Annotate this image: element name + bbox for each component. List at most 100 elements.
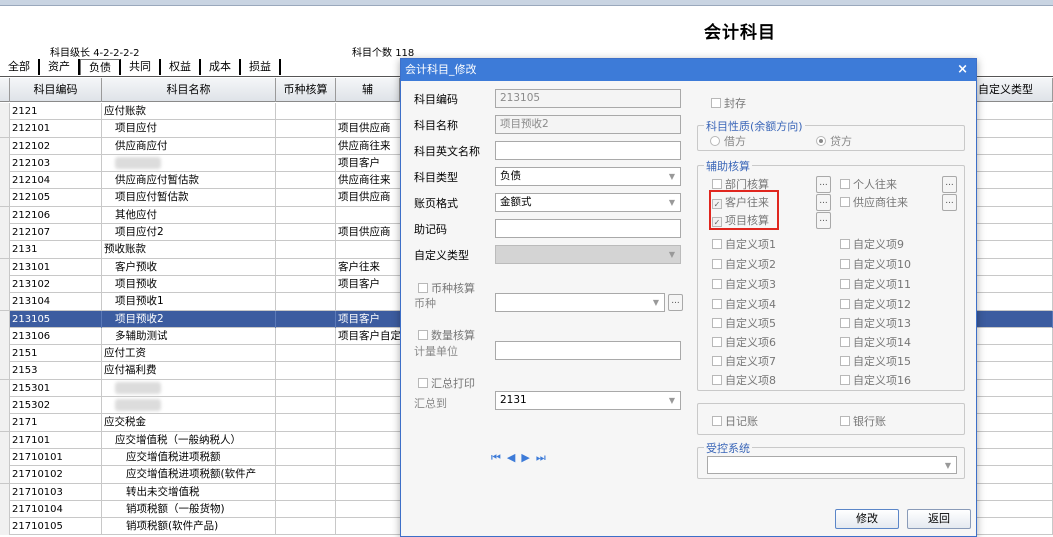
tab-equity[interactable]: 权益 xyxy=(161,59,201,75)
name-field[interactable]: 项目预收2 xyxy=(495,115,681,134)
checkbox-icon xyxy=(840,375,850,385)
custom-item-15[interactable]: 自定义项15 xyxy=(840,353,911,369)
cell-currency xyxy=(276,379,336,397)
cell-code: 215302 xyxy=(10,397,102,415)
cell-custom-type xyxy=(976,379,1053,397)
page-format-select[interactable]: 金额式 ▼ xyxy=(495,193,681,212)
debit-radio[interactable]: 借方 xyxy=(710,133,746,149)
cell-aux xyxy=(336,206,402,224)
tab-profit-loss[interactable]: 损益 xyxy=(241,59,281,75)
bank-check[interactable]: 银行账 xyxy=(840,413,886,429)
supplier-browse-button[interactable]: ... xyxy=(942,194,957,211)
english-name-label: 科目英文名称 xyxy=(414,145,480,158)
checkbox-icon xyxy=(712,259,722,269)
cell-custom-type xyxy=(976,120,1053,138)
custom-item-14[interactable]: 自定义项14 xyxy=(840,334,911,350)
custom-item-11[interactable]: 自定义项11 xyxy=(840,276,911,292)
custom-item-8[interactable]: 自定义项8 xyxy=(712,372,776,388)
cell-aux xyxy=(336,397,402,415)
controlled-system-select[interactable]: ▼ xyxy=(707,456,957,474)
modify-button[interactable]: 修改 xyxy=(835,509,899,529)
header-currency[interactable]: 币种核算 xyxy=(276,78,336,102)
header-code[interactable]: 科目编码 xyxy=(10,78,102,102)
code-field[interactable]: 213105 xyxy=(495,89,681,108)
sealed-check[interactable]: 封存 xyxy=(711,95,746,111)
code-label: 科目编码 xyxy=(414,93,458,106)
header-name[interactable]: 科目名称 xyxy=(102,78,276,102)
cell-custom-type xyxy=(976,206,1053,224)
cell-currency xyxy=(276,172,336,190)
custom-item-3[interactable]: 自定义项3 xyxy=(712,276,776,292)
currency-browse-button[interactable]: ... xyxy=(668,294,683,311)
custom-item-9[interactable]: 自定义项9 xyxy=(840,236,904,252)
header-custom-type[interactable]: 自定义类型 xyxy=(976,78,1053,102)
custom-item-12[interactable]: 自定义项12 xyxy=(840,296,911,312)
currency-select[interactable]: ▼ xyxy=(495,293,665,312)
personal-browse-button[interactable]: ... xyxy=(942,176,957,193)
cell-code: 21710101 xyxy=(10,448,102,466)
custom-item-7[interactable]: 自定义项7 xyxy=(712,353,776,369)
controlled-system-group: 受控系统 ▼ xyxy=(697,440,965,479)
currency-check[interactable]: 币种核算 xyxy=(418,280,475,296)
unit-field[interactable] xyxy=(495,341,681,360)
custom-item-10[interactable]: 自定义项10 xyxy=(840,256,911,272)
mnemonic-field[interactable] xyxy=(495,219,681,238)
type-select[interactable]: 负债 ▼ xyxy=(495,167,681,186)
row-indicator xyxy=(0,379,10,397)
custom-item-2[interactable]: 自定义项2 xyxy=(712,256,776,272)
personal-check[interactable]: 个人往来 xyxy=(840,176,897,192)
custom-item-13[interactable]: 自定义项13 xyxy=(840,315,911,331)
cell-code: 213106 xyxy=(10,327,102,345)
custom-item-label: 自定义项16 xyxy=(853,374,911,387)
tab-common[interactable]: 共同 xyxy=(121,59,161,75)
credit-radio[interactable]: 贷方 xyxy=(816,133,852,149)
custom-item-4[interactable]: 自定义项4 xyxy=(712,296,776,312)
custom-item-1[interactable]: 自定义项1 xyxy=(712,236,776,252)
back-button[interactable]: 返回 xyxy=(907,509,971,529)
prev-record-icon[interactable]: ◀ xyxy=(507,451,521,464)
custom-item-label: 自定义项4 xyxy=(725,298,776,311)
cell-aux: 客户往来 xyxy=(336,258,402,276)
cell-code: 213104 xyxy=(10,293,102,311)
project-browse-button[interactable]: ... xyxy=(816,212,831,229)
checkbox-icon xyxy=(840,279,850,289)
cell-currency xyxy=(276,103,336,120)
journal-check[interactable]: 日记账 xyxy=(712,413,758,429)
page-format-label: 账页格式 xyxy=(414,197,458,210)
last-record-icon[interactable]: ⏭ xyxy=(536,451,552,464)
cell-name: 项目应付 xyxy=(102,120,276,138)
chevron-down-icon: ▼ xyxy=(668,250,676,259)
cell-aux xyxy=(336,362,402,380)
custom-item-16[interactable]: 自定义项16 xyxy=(840,372,911,388)
custom-item-label: 自定义项11 xyxy=(853,278,911,291)
english-name-field[interactable] xyxy=(495,141,681,160)
row-indicator xyxy=(0,258,10,276)
summary-print-check[interactable]: 汇总打印 xyxy=(418,375,475,391)
cell-aux: 项目供应商 xyxy=(336,189,402,207)
cell-custom-type xyxy=(976,327,1053,345)
customer-browse-button[interactable]: ... xyxy=(816,194,831,211)
row-indicator xyxy=(0,431,10,449)
header-aux[interactable]: 辅 xyxy=(336,78,400,102)
summary-to-select[interactable]: 2131 ▼ xyxy=(495,391,681,410)
tab-cost[interactable]: 成本 xyxy=(201,59,241,75)
cell-aux xyxy=(336,483,402,501)
cell-currency xyxy=(276,206,336,224)
debit-label: 借方 xyxy=(724,135,746,148)
custom-type-select[interactable]: ▼ xyxy=(495,245,681,264)
close-icon[interactable]: × xyxy=(957,59,968,81)
dept-browse-button[interactable]: ... xyxy=(816,176,831,193)
custom-item-6[interactable]: 自定义项6 xyxy=(712,334,776,350)
row-indicator xyxy=(0,448,10,466)
custom-item-5[interactable]: 自定义项5 xyxy=(712,315,776,331)
row-indicator xyxy=(0,224,10,242)
checkbox-icon xyxy=(712,416,722,426)
row-indicator xyxy=(0,137,10,155)
quantity-check[interactable]: 数量核算 xyxy=(418,327,475,343)
tab-assets[interactable]: 资产 xyxy=(40,59,80,75)
next-record-icon[interactable]: ▶ xyxy=(521,451,535,464)
tab-liabilities[interactable]: 负债 xyxy=(80,59,121,75)
tab-all[interactable]: 全部 xyxy=(0,59,40,75)
supplier-check[interactable]: 供应商往来 xyxy=(840,194,908,210)
first-record-icon[interactable]: ⏮ xyxy=(491,451,507,464)
